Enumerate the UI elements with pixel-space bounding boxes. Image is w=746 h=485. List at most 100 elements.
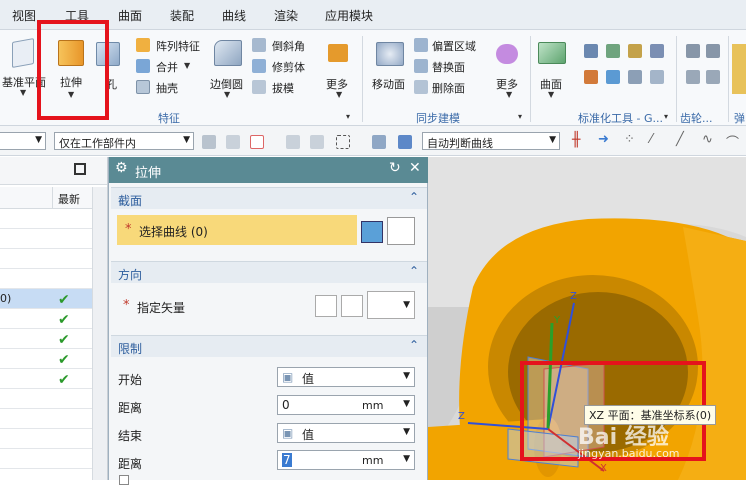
table-row-selected[interactable]: 0) ✔ xyxy=(0,289,92,309)
start-distance-value: 0 xyxy=(282,398,290,412)
type-filter-dropdown[interactable]: ▼ xyxy=(0,132,46,150)
section-header[interactable]: 截面 ⌃ xyxy=(111,187,427,209)
reverse-direction-icon[interactable] xyxy=(315,295,337,317)
menu-curve[interactable]: 曲线 xyxy=(222,7,246,24)
arrow-right-icon[interactable]: ➜ xyxy=(598,132,609,147)
selection-toolbar: ▼ 仅在工作部件内 ▼ 自动判断曲线 ▼ ╫ ➜ ⁘ ⁄ ╱ ∿ ⌒ xyxy=(0,126,746,156)
start-type-dropdown[interactable]: ▣ 值 ▼ xyxy=(277,367,415,387)
section-header[interactable]: 限制 ⌃ xyxy=(111,335,427,357)
more-sync-button[interactable]: 更多 ▼ xyxy=(490,34,526,99)
pattern-feature-button[interactable]: 阵列特征 xyxy=(136,36,206,54)
tool-icon[interactable] xyxy=(650,70,664,84)
gear-icon[interactable] xyxy=(706,44,720,58)
menu-view[interactable]: 视图 xyxy=(12,7,36,24)
gear-icon[interactable] xyxy=(706,70,720,84)
column-latest[interactable]: 最新 xyxy=(58,191,80,207)
end-type-dropdown[interactable]: ▣ 值 ▼ xyxy=(277,423,415,443)
snap-icon[interactable]: ╫ xyxy=(572,132,580,148)
option-checkbox[interactable] xyxy=(119,475,129,485)
collapse-icon[interactable]: ⌃ xyxy=(409,190,419,204)
menu-render[interactable]: 渲染 xyxy=(274,7,298,24)
table-row[interactable] xyxy=(0,229,92,249)
select-filter-icon[interactable] xyxy=(226,135,240,149)
vector-dialog-icon[interactable] xyxy=(341,295,363,317)
trim-body-button[interactable]: 修剪体 xyxy=(252,57,318,75)
snap-point-icon[interactable] xyxy=(250,135,264,149)
collapse-icon[interactable]: ⌃ xyxy=(409,264,419,278)
graphics-viewport[interactable]: Z Y X Z XZ 平面：基准坐标系(0) Bai 经验 jingyan.ba… xyxy=(428,157,746,480)
move-face-button[interactable]: 移动面 xyxy=(368,34,412,96)
chevron-down-icon[interactable]: ▼ xyxy=(403,454,410,464)
section-title: 截面 xyxy=(118,194,143,208)
axis-label-y: Y xyxy=(554,315,561,326)
tool-icon[interactable] xyxy=(606,70,620,84)
group-expand-icon[interactable]: ▾ xyxy=(346,112,350,121)
table-row[interactable] xyxy=(0,409,92,429)
surface-button[interactable]: 曲面 ▼ xyxy=(534,34,572,99)
unite-button[interactable]: 合并 ▼ xyxy=(136,57,192,75)
collapse-icon[interactable]: ⌃ xyxy=(409,338,419,352)
snap-icon[interactable]: ⁄ xyxy=(650,132,652,147)
close-icon[interactable]: ✕ xyxy=(409,160,421,176)
table-row[interactable]: ✔ xyxy=(0,309,92,329)
select-curve-row[interactable]: * 选择曲线 (0) xyxy=(117,215,357,245)
menu-applications[interactable]: 应用模块 xyxy=(325,7,373,24)
tool-icon[interactable] xyxy=(628,70,642,84)
tool-icon[interactable] xyxy=(584,44,598,58)
vector-type-dropdown[interactable]: ▼ xyxy=(367,291,415,319)
group-expand-icon[interactable]: ▾ xyxy=(664,112,668,121)
chevron-down-icon[interactable]: ▼ xyxy=(403,399,410,409)
tool-icon[interactable] xyxy=(584,70,598,84)
snap-icon[interactable]: ∿ xyxy=(702,132,713,147)
table-row[interactable]: ✔ xyxy=(0,369,92,389)
snap-icon[interactable]: ╱ xyxy=(676,132,684,147)
chevron-down-icon: ▼ xyxy=(336,90,343,99)
delete-face-button[interactable]: 删除面 xyxy=(414,78,484,96)
tool-icon[interactable] xyxy=(650,44,664,58)
replace-face-button[interactable]: 替换面 xyxy=(414,57,484,75)
sketch-section-icon[interactable] xyxy=(361,221,383,243)
select-filter-icon[interactable] xyxy=(310,135,324,149)
rectangle-select-icon[interactable] xyxy=(336,135,350,149)
curve-select-icon[interactable] xyxy=(387,217,415,245)
select-filter-icon[interactable] xyxy=(286,135,300,149)
shell-button[interactable]: 抽壳 xyxy=(136,78,192,96)
menu-surface[interactable]: 曲面 xyxy=(118,7,142,24)
section-header[interactable]: 方向 ⌃ xyxy=(111,261,427,283)
chamfer-button[interactable]: 倒斜角 xyxy=(252,36,318,54)
table-row[interactable] xyxy=(0,449,92,469)
snap-icon[interactable]: ⌒ xyxy=(726,132,739,151)
table-row[interactable]: ✔ xyxy=(0,329,92,349)
table-row[interactable] xyxy=(0,429,92,449)
end-distance-input[interactable]: 7 mm ▼ xyxy=(277,450,415,470)
group-expand-icon[interactable]: ▾ xyxy=(518,112,522,121)
scope-filter-dropdown[interactable]: 仅在工作部件内 ▼ xyxy=(54,132,194,150)
curve-rule-dropdown[interactable]: 自动判断曲线 ▼ xyxy=(422,132,560,150)
edge-blend-button[interactable]: 边倒圆 ▼ xyxy=(208,34,248,99)
maximize-icon[interactable] xyxy=(74,163,86,175)
select-filter-icon[interactable] xyxy=(372,135,386,149)
spring-tools[interactable] xyxy=(732,44,746,94)
gear-icon[interactable] xyxy=(686,44,700,58)
menu-assembly[interactable]: 装配 xyxy=(170,7,194,24)
table-row[interactable]: ✔ xyxy=(0,349,92,369)
tool-icon[interactable] xyxy=(628,44,642,58)
snap-icon[interactable]: ⁘ xyxy=(624,132,635,147)
gear-icon[interactable] xyxy=(686,70,700,84)
offset-region-button[interactable]: 偏置区域 xyxy=(414,36,484,54)
start-distance-input[interactable]: 0 mm ▼ xyxy=(277,395,415,415)
more-features-button[interactable]: 更多 ▼ xyxy=(322,34,356,99)
chevron-down-icon: ▼ xyxy=(506,90,513,99)
more-features-icon xyxy=(328,44,348,62)
table-row[interactable] xyxy=(0,249,92,269)
draft-button[interactable]: 拔模 xyxy=(252,78,318,96)
tool-icon[interactable] xyxy=(606,44,620,58)
chevron-down-icon: ▼ xyxy=(403,300,410,310)
table-row[interactable] xyxy=(0,389,92,409)
navigator-scrollbar[interactable] xyxy=(92,187,107,480)
select-filter-icon[interactable] xyxy=(398,135,412,149)
table-row[interactable] xyxy=(0,269,92,289)
table-row[interactable] xyxy=(0,209,92,229)
select-filter-icon[interactable] xyxy=(202,135,216,149)
reset-icon[interactable]: ↻ xyxy=(389,160,401,176)
